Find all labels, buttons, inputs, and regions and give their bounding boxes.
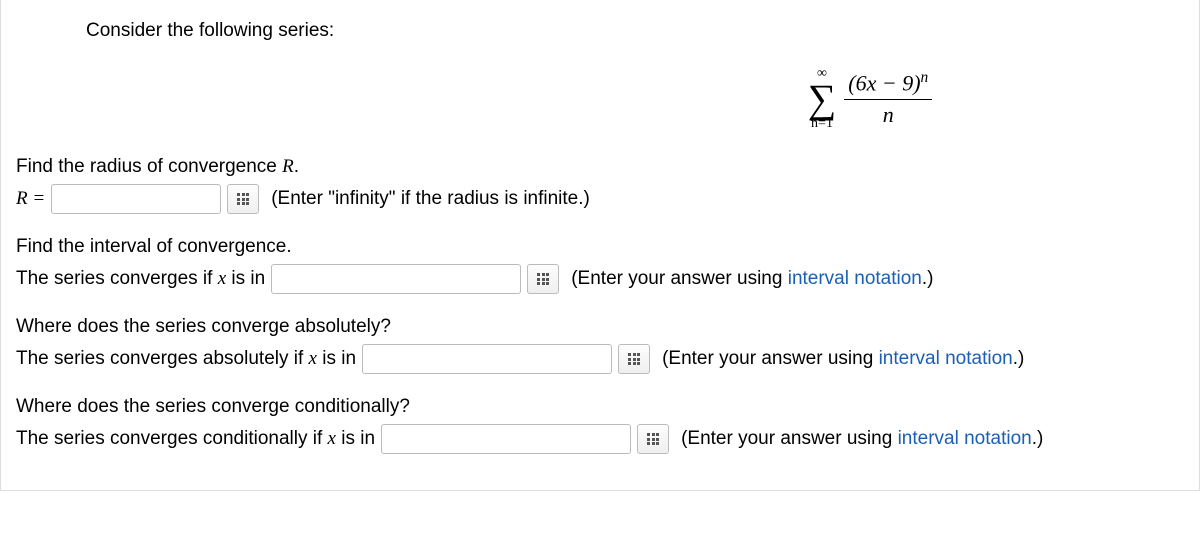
conditional-input[interactable] bbox=[381, 424, 631, 454]
keypad-button[interactable] bbox=[637, 424, 669, 454]
q2-hint: (Enter your answer using interval notati… bbox=[571, 268, 933, 290]
q3-hint: (Enter your answer using interval notati… bbox=[662, 348, 1024, 370]
keypad-button[interactable] bbox=[227, 184, 259, 214]
radius-input[interactable] bbox=[51, 184, 221, 214]
keypad-button[interactable] bbox=[618, 344, 650, 374]
fraction-denominator: n bbox=[883, 100, 894, 128]
question-absolute: Where does the series converge absolutel… bbox=[16, 316, 1184, 374]
question-interval: Find the interval of convergence. The se… bbox=[16, 236, 1184, 294]
series-formula: ∞ ∑ n=1 (6x − 9)n n bbox=[556, 57, 1184, 131]
q1-hint: (Enter "infinity" if the radius is infin… bbox=[271, 188, 590, 210]
interval-notation-link[interactable]: interval notation bbox=[898, 428, 1032, 449]
keypad-icon bbox=[628, 353, 640, 365]
keypad-icon bbox=[537, 273, 549, 285]
sigma-symbol: ∑ bbox=[808, 81, 837, 117]
sigma-lower: n=1 bbox=[811, 117, 833, 131]
q4-prompt: Where does the series converge condition… bbox=[16, 396, 410, 418]
fraction-numerator: (6x − 9)n bbox=[844, 69, 932, 100]
keypad-icon bbox=[647, 433, 659, 445]
interval-notation-link[interactable]: interval notation bbox=[788, 268, 922, 289]
q4-label: The series converges conditionally if x … bbox=[16, 428, 375, 450]
q4-hint: (Enter your answer using interval notati… bbox=[681, 428, 1043, 450]
q3-label: The series converges absolutely if x is … bbox=[16, 348, 356, 370]
keypad-icon bbox=[237, 193, 249, 205]
absolute-input[interactable] bbox=[362, 344, 612, 374]
q1-lhs: R = bbox=[16, 188, 45, 210]
keypad-button[interactable] bbox=[527, 264, 559, 294]
intro-text: Consider the following series: bbox=[86, 20, 1184, 42]
question-radius: Find the radius of convergence R. R = (E… bbox=[16, 156, 1184, 214]
q3-prompt: Where does the series converge absolutel… bbox=[16, 316, 391, 338]
interval-notation-link[interactable]: interval notation bbox=[879, 348, 1013, 369]
question-container: Consider the following series: ∞ ∑ n=1 (… bbox=[0, 0, 1200, 491]
interval-input[interactable] bbox=[271, 264, 521, 294]
q1-prompt: Find the radius of convergence R. bbox=[16, 156, 299, 178]
q2-label: The series converges if x is in bbox=[16, 268, 265, 290]
question-conditional: Where does the series converge condition… bbox=[16, 396, 1184, 454]
q2-prompt: Find the interval of convergence. bbox=[16, 236, 292, 258]
